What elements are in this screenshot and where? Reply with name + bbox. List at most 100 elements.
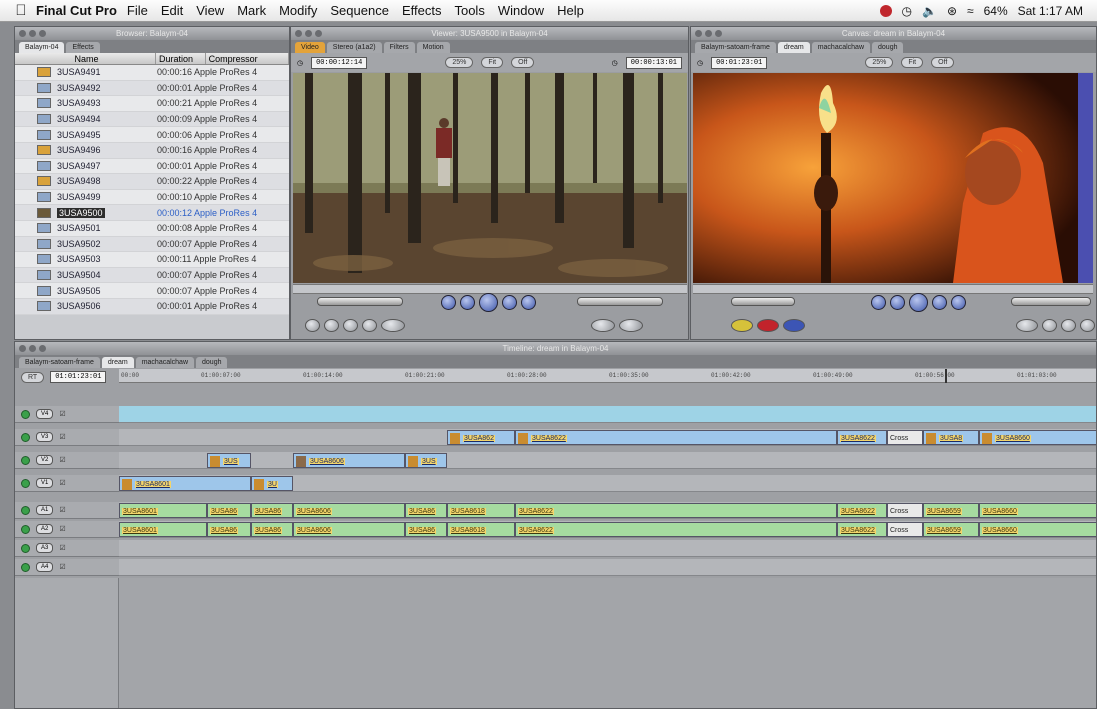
timeline-current-timecode[interactable]: 01:01:23:01 [50,371,107,383]
timeline-titlebar[interactable]: Timeline: dream in Balaym-04 [15,342,1096,355]
clip[interactable]: 3USA8606 [293,503,405,518]
timeline-ruler[interactable]: 00:00 01:00:07:00 01:00:14:00 01:00:21:0… [119,369,1096,383]
track-audible-toggle[interactable] [21,562,30,572]
mark-out-button[interactable] [1061,319,1076,332]
list-item[interactable]: 3USA9494 00:00:09 Apple ProRes 4 [15,111,289,128]
canvas-video-frame[interactable] [693,73,1093,283]
tab-sequence-4[interactable]: dough [196,357,228,368]
viewer-titlebar[interactable]: Viewer: 3USA9500 in Balaym-04 [291,27,688,40]
clip[interactable]: 3USA86 [405,522,447,537]
list-item[interactable]: 3USA9503 00:00:11 Apple ProRes 4 [15,252,289,268]
transition[interactable]: Cross [887,503,923,518]
track-label[interactable]: V1 [36,478,54,488]
clip[interactable]: 3US [405,453,447,468]
tab-video[interactable]: Video [295,42,325,53]
lock-icon[interactable]: ☑ [59,433,65,441]
mark-in-button[interactable] [1042,319,1057,332]
jog-control[interactable] [1011,297,1091,306]
track-v3[interactable]: 3USA862 3USA8622 3USA8622 Cross 3USA8 3U… [119,429,1096,446]
column-name[interactable]: Name [15,53,156,64]
clip[interactable]: 3USA86 [251,522,293,537]
menu-sequence[interactable]: Sequence [330,3,389,18]
zoom-button[interactable] [715,30,722,37]
lock-icon[interactable]: ☑ [59,479,65,487]
clip[interactable]: 3USA8618 [447,503,515,518]
track-audible-toggle[interactable] [21,505,30,515]
bluetooth-icon[interactable]: ⊛ [947,4,957,18]
match-frame-button[interactable] [1080,319,1095,332]
track-v1[interactable]: 3USA8601 3U [119,475,1096,492]
tab-sequence-3[interactable]: machacalchaw [135,357,195,368]
list-item[interactable]: 3USA9501 00:00:08 Apple ProRes 4 [15,220,289,237]
clip[interactable]: 3USA8601 [119,503,207,518]
canvas-titlebar[interactable]: Canvas: dream in Balaym-04 [691,27,1096,40]
clip[interactable]: 3USA8622 [515,503,837,518]
play-button[interactable] [479,293,498,312]
play-button[interactable] [909,293,928,312]
track-visibility-toggle[interactable] [21,409,30,419]
menu-tools[interactable]: Tools [454,3,484,18]
play-in-out-button[interactable] [890,295,905,310]
wifi-icon[interactable]: ≈ [967,4,974,18]
clip[interactable]: 3USA8601 [119,522,207,537]
generator-button[interactable] [619,319,643,332]
zoom-button[interactable] [39,30,46,37]
list-item[interactable]: 3USA9497 00:00:01 Apple ProRes 4 [15,158,289,175]
track-visibility-toggle[interactable] [21,432,30,442]
track-audible-toggle[interactable] [21,524,30,534]
record-status-icon[interactable] [879,4,892,17]
match-frame-button[interactable] [305,319,320,332]
tab-project[interactable]: Balaym-04 [19,42,65,53]
viewer-current-timecode[interactable]: 00:00:13:01 [625,56,682,69]
menu-clock[interactable]: Sat 1:17 AM [1018,4,1083,18]
track-visibility-toggle[interactable] [21,455,30,465]
tab-sequence-3[interactable]: machacalchaw [811,42,871,53]
list-item[interactable]: 3USA9491 00:00:16 Apple ProRes 4 [15,65,289,81]
track-label[interactable]: A2 [36,524,54,534]
mark-in-button[interactable] [324,319,339,332]
close-button[interactable] [695,30,702,37]
menu-mark[interactable]: Mark [237,3,266,18]
tab-sequence-1[interactable]: Balaym-satoam-frame [19,357,100,368]
clip[interactable]: 3USA8606 [293,453,405,468]
clip[interactable]: 3USA862 [447,430,515,445]
track-visibility-toggle[interactable] [21,478,30,488]
tab-sequence-4[interactable]: dough [872,42,904,53]
add-marker-button[interactable] [1016,319,1038,332]
overwrite-edit-button[interactable] [757,319,779,332]
track-label[interactable]: A4 [36,562,54,572]
tab-motion[interactable]: Motion [416,42,450,53]
tab-stereo[interactable]: Stereo (a1a2) [326,42,382,53]
clip[interactable]: 3USA8 [923,430,979,445]
shuttle-control[interactable] [317,297,403,306]
clip[interactable]: 3USA8660 [979,503,1096,518]
column-duration[interactable]: Duration [156,53,206,64]
list-item[interactable]: 3USA9502 00:00:07 Apple ProRes 4 [15,236,289,253]
add-marker-button[interactable] [381,319,405,332]
canvas-duration-timecode[interactable]: 00:01:23:01 [711,56,768,69]
zoom-button[interactable] [39,345,46,352]
viewer-duration-timecode[interactable]: 00:00:12:14 [311,56,368,69]
clip[interactable]: 3USA8622 [837,503,887,518]
clip[interactable]: 3USA86 [207,522,251,537]
rt-popup[interactable]: RT [21,371,45,383]
lock-icon[interactable]: ☑ [59,506,65,514]
overlay-popup[interactable]: Off [931,57,955,68]
track-label[interactable]: V4 [36,409,54,419]
overlay-popup[interactable]: Off [511,57,535,68]
view-popup[interactable]: Fit [901,57,924,68]
clip[interactable]: 3USA86 [405,503,447,518]
transition[interactable]: Cross [887,430,923,445]
tab-sequence-dream[interactable]: dream [101,357,134,368]
timeline-empty-area[interactable] [119,578,1096,708]
track-a3[interactable] [119,540,1096,557]
track-label[interactable]: A1 [36,505,54,515]
clip[interactable]: 3U [251,476,293,491]
zoom-button[interactable] [315,30,322,37]
clip[interactable]: 3USA8618 [447,522,515,537]
menu-edit[interactable]: Edit [161,3,183,18]
tab-sequence-1[interactable]: Balaym-satoam-frame [695,42,776,53]
browser-titlebar[interactable]: Browser: Balaym-04 [15,27,289,40]
menu-effects[interactable]: Effects [402,3,442,18]
next-edit-button[interactable] [951,295,966,310]
